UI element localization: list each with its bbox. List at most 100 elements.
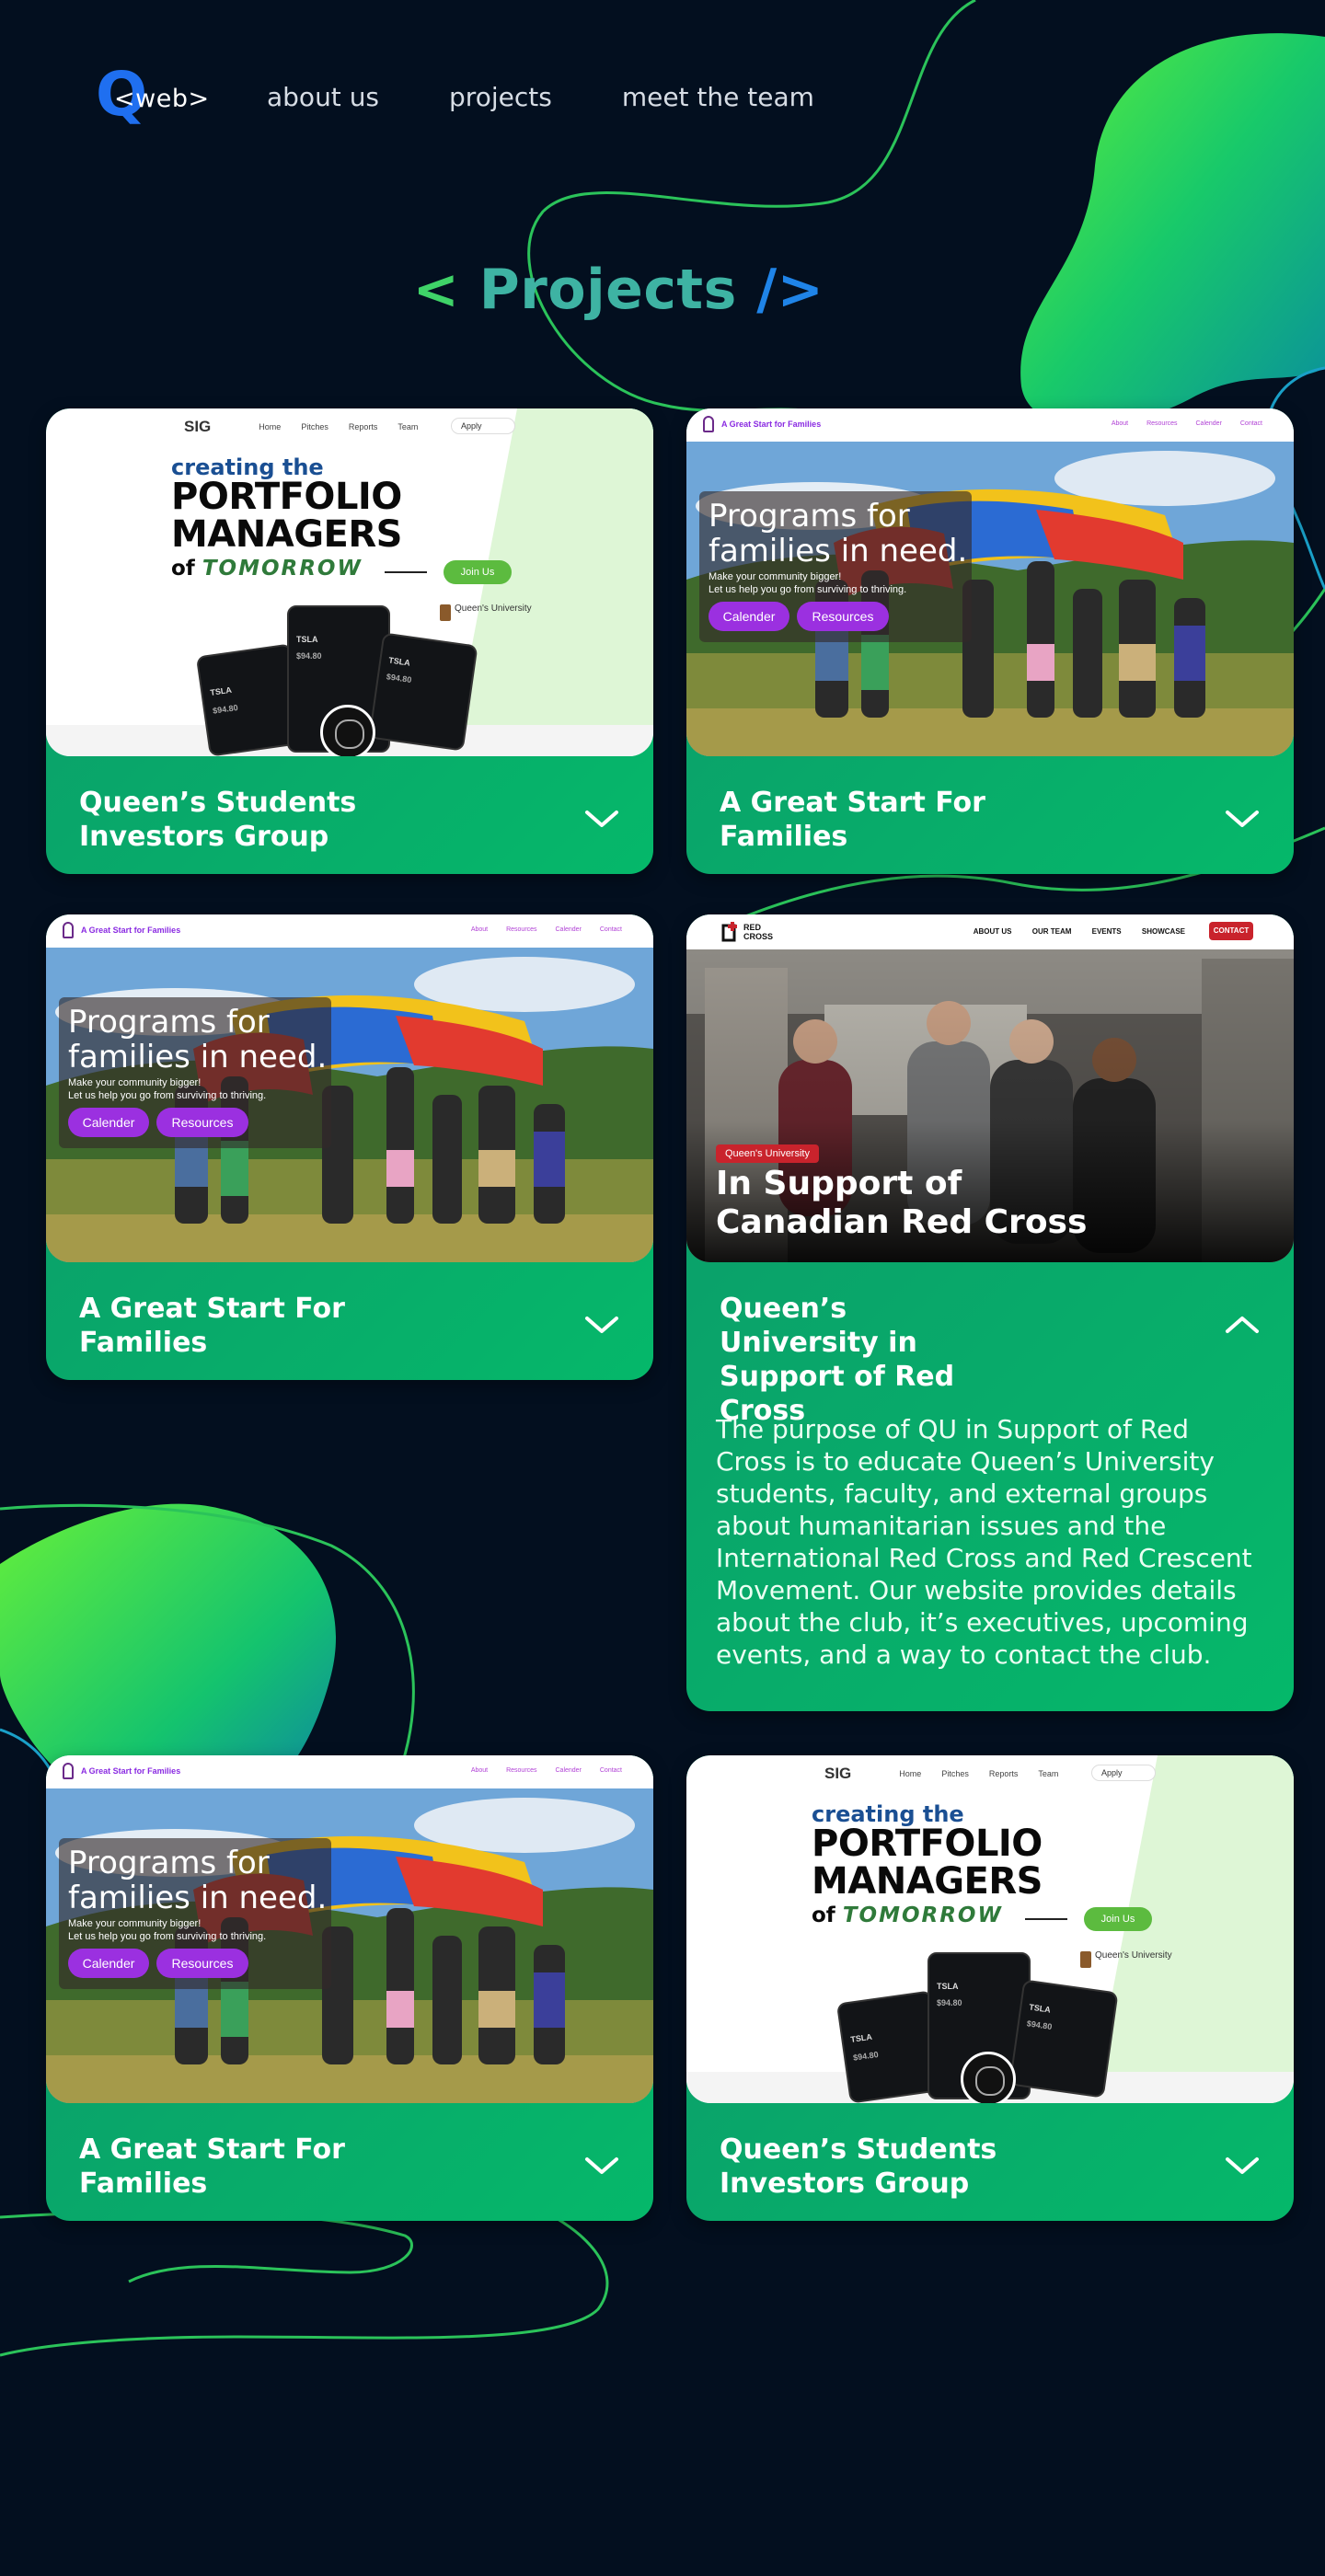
project-card[interactable]: A Great Start for Families About Resourc… bbox=[686, 408, 1294, 874]
sig-rule bbox=[1025, 1918, 1067, 1920]
chevron-down-icon[interactable] bbox=[583, 2147, 620, 2184]
sig-price: $94.80 bbox=[937, 1998, 962, 2007]
card-footer[interactable]: Queen’s University in Support of Red Cro… bbox=[686, 1262, 1294, 1427]
sig-preview: SIG Home Pitches Reports Team Apply crea… bbox=[686, 1755, 1294, 2103]
family-icon bbox=[63, 1763, 74, 1779]
families-sub1: Make your community bigger! bbox=[68, 1077, 202, 1088]
redcross-headline: In Support of Canadian Red Cross bbox=[716, 1165, 1087, 1242]
families-navbar: A Great Start for Families About Resourc… bbox=[46, 1755, 653, 1788]
card-title: A Great Start For Families bbox=[79, 1293, 345, 1359]
families-subtext: Make your community bigger! Let us help … bbox=[68, 1076, 266, 1102]
chevron-down-icon[interactable] bbox=[1224, 2147, 1261, 2184]
families-nav-calender: Calender bbox=[555, 1767, 582, 1774]
project-card-expanded[interactable]: RED CROSS ABOUT US OUR TEAM EVENTS SHOWC… bbox=[686, 914, 1294, 1711]
redcross-logo-line1: RED bbox=[743, 923, 762, 932]
families-nav-contact: Contact bbox=[599, 926, 622, 933]
title-close-bracket: /> bbox=[756, 258, 824, 322]
family-icon bbox=[703, 416, 714, 432]
sig-apply: Apply bbox=[451, 418, 515, 434]
card-title: Queen’s Students Investors Group bbox=[79, 787, 357, 853]
sig-of: of bbox=[171, 557, 195, 581]
project-card[interactable]: SIG Home Pitches Reports Team Apply crea… bbox=[686, 1755, 1294, 2221]
families-sub2: Let us help you go from surviving to thr… bbox=[709, 584, 907, 595]
sig-brand: SIG bbox=[824, 1765, 852, 1782]
nav-link-team[interactable]: meet the team bbox=[622, 82, 814, 112]
card-title: Queen’s University in Support of Red Cro… bbox=[720, 1293, 955, 1427]
sig-ticker: TSLA bbox=[209, 684, 233, 697]
families-sub2: Let us help you go from surviving to thr… bbox=[68, 1931, 267, 1942]
sig-nav-pitches: Pitches bbox=[301, 422, 328, 431]
title-open-bracket: < bbox=[412, 258, 460, 322]
card-title: A Great Start For Families bbox=[720, 787, 985, 853]
sig-line3: of TOMORROW bbox=[812, 1903, 1003, 1927]
families-navbar: A Great Start for Families About Resourc… bbox=[686, 408, 1294, 442]
redcross-nav-events: EVENTS bbox=[1091, 927, 1122, 936]
families-nav-links: About Resources Calender Contact bbox=[455, 926, 622, 933]
sig-nav-pitches: Pitches bbox=[941, 1769, 969, 1778]
project-card[interactable]: A Great Start for Families About Resourc… bbox=[46, 914, 653, 1380]
sig-of: of bbox=[812, 1903, 835, 1927]
sig-line3: of TOMORROW bbox=[171, 557, 363, 581]
families-nav-about: About bbox=[1111, 420, 1129, 427]
sig-nav-team: Team bbox=[398, 422, 419, 431]
sig-rule bbox=[385, 571, 427, 573]
project-card[interactable]: A Great Start for Families About Resourc… bbox=[46, 1755, 653, 2221]
redcross-nav-showcase: SHOWCASE bbox=[1141, 927, 1185, 936]
families-site-title: A Great Start for Families bbox=[81, 1766, 181, 1776]
sig-nav-home: Home bbox=[899, 1769, 922, 1778]
nav-link-about[interactable]: about us bbox=[267, 82, 379, 112]
logo-text: <web> bbox=[114, 85, 210, 113]
sig-line2b: MANAGERS bbox=[171, 513, 402, 556]
chevron-up-icon[interactable] bbox=[1224, 1306, 1261, 1343]
nav-link-projects[interactable]: projects bbox=[449, 82, 552, 112]
project-card[interactable]: SIG Home Pitches Reports Team Apply crea… bbox=[46, 408, 653, 874]
redcross-headline-2: Canadian Red Cross bbox=[716, 1203, 1088, 1241]
families-headline: Programs for families in need. bbox=[68, 1845, 328, 1916]
sig-nav-reports: Reports bbox=[988, 1769, 1019, 1778]
redcross-navbar: RED CROSS ABOUT US OUR TEAM EVENTS SHOWC… bbox=[686, 914, 1294, 949]
site-logo[interactable]: Q <web> bbox=[96, 63, 209, 129]
card-description: The purpose of QU in Support of Red Cros… bbox=[716, 1414, 1252, 1670]
card-footer[interactable]: A Great Start For Families bbox=[46, 1262, 653, 1380]
sig-price: $94.80 bbox=[386, 672, 412, 685]
sig-nav-team: Team bbox=[1038, 1769, 1059, 1778]
families-nav-resources: Resources bbox=[506, 1767, 537, 1774]
families-navbar: A Great Start for Families About Resourc… bbox=[46, 914, 653, 948]
families-subtext: Make your community bigger! Let us help … bbox=[709, 570, 906, 596]
card-footer[interactable]: A Great Start For Families bbox=[686, 756, 1294, 874]
families-nav-contact: Contact bbox=[1239, 420, 1262, 427]
sig-ticker: TSLA bbox=[849, 2031, 873, 2044]
families-headline: Programs for families in need. bbox=[68, 1004, 328, 1075]
families-nav-links: About Resources Calender Contact bbox=[1095, 420, 1262, 427]
sig-navbar: SIG Home Pitches Reports Team bbox=[824, 1765, 1078, 1783]
redcross-nav-about: ABOUT US bbox=[973, 927, 1012, 936]
page-title: < Projects /> bbox=[0, 258, 1237, 322]
sig-nav-home: Home bbox=[259, 422, 282, 431]
sig-line2a: PORTFOLIO bbox=[171, 476, 402, 518]
redcross-nav-team: OUR TEAM bbox=[1031, 927, 1072, 936]
families-preview: A Great Start for Families About Resourc… bbox=[46, 1755, 653, 2103]
sig-university: Queen's University bbox=[440, 604, 532, 621]
families-sub2: Let us help you go from surviving to thr… bbox=[68, 1090, 267, 1101]
card-footer[interactable]: Queen’s Students Investors Group bbox=[686, 2103, 1294, 2221]
sig-price: $94.80 bbox=[1026, 2018, 1053, 2032]
families-subtext: Make your community bigger! Let us help … bbox=[68, 1917, 266, 1943]
families-preview: A Great Start for Families About Resourc… bbox=[46, 914, 653, 1262]
card-footer[interactable]: Queen’s Students Investors Group bbox=[46, 756, 653, 874]
redcross-preview: RED CROSS ABOUT US OUR TEAM EVENTS SHOWC… bbox=[686, 914, 1294, 1262]
sig-navbar: SIG Home Pitches Reports Team bbox=[184, 418, 438, 436]
sig-price: $94.80 bbox=[212, 703, 239, 716]
chevron-down-icon[interactable] bbox=[583, 1306, 620, 1343]
redcross-contact-button: CONTACT bbox=[1209, 922, 1253, 940]
sig-nav-reports: Reports bbox=[348, 422, 378, 431]
families-nav-resources: Resources bbox=[1146, 420, 1178, 427]
red-cross-logo-icon bbox=[721, 922, 737, 942]
families-calender-button: Calender bbox=[68, 1108, 149, 1137]
chevron-down-icon[interactable] bbox=[583, 800, 620, 837]
chevron-down-icon[interactable] bbox=[1224, 800, 1261, 837]
families-resources-button: Resources bbox=[156, 1108, 248, 1137]
card-footer[interactable]: A Great Start For Families bbox=[46, 2103, 653, 2221]
sig-preview: SIG Home Pitches Reports Team Apply crea… bbox=[46, 408, 653, 756]
main-nav: Q <web> about us projects meet the team bbox=[96, 63, 884, 129]
sig-line2: PORTFOLIO MANAGERS bbox=[812, 1825, 1043, 1901]
